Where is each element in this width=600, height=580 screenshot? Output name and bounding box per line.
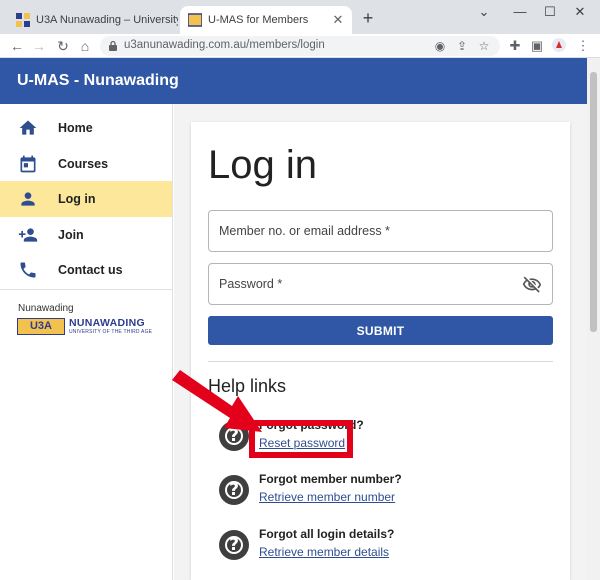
profile-avatar-icon[interactable] (550, 37, 568, 55)
help-question-icon: ? (219, 475, 249, 505)
reload-icon[interactable]: ↻ (54, 37, 72, 55)
scrollbar-thumb[interactable] (590, 72, 597, 332)
retrieve-member-details-link[interactable]: Retrieve member details (259, 545, 389, 559)
bookmark-star-icon[interactable]: ☆ (476, 38, 492, 54)
site-title[interactable]: U-MAS - Nunawading (17, 72, 179, 90)
sidebar-item-label: Log in (58, 192, 96, 206)
u3a-logo-box: U3A (17, 318, 65, 335)
help-item-login-details: ? Forgot all login details? Retrieve mem… (219, 527, 549, 567)
person-icon (21, 192, 35, 206)
u3a-logo-tagline: UNIVERSITY OF THE THIRD AGE (69, 329, 153, 335)
u3a-logo-name: NUNAWADING (69, 317, 145, 329)
minimize-icon[interactable]: — (506, 4, 534, 20)
address-bar[interactable]: u3anunawading.com.au/members/login ◉ ⇪ ☆ (100, 36, 500, 56)
sidebar-item-login[interactable]: Log in (0, 181, 172, 217)
highlight-box (249, 420, 353, 458)
side-panel-icon[interactable]: ▣ (528, 37, 546, 55)
help-question-icon: ? (219, 421, 249, 451)
home-browser-icon[interactable]: ⌂ (76, 37, 94, 55)
browser-tab-strip: U3A Nunawading – University of U-MAS for… (0, 0, 600, 34)
sidebar-item-contact[interactable]: Contact us (0, 252, 172, 288)
phone-icon (20, 262, 36, 278)
password-field[interactable]: Password * (208, 263, 553, 305)
u3a-favicon-icon (16, 13, 30, 27)
help-question: Forgot all login details? (259, 527, 395, 541)
browser-tab-title: U3A Nunawading – University of (36, 14, 178, 26)
help-question-icon: ? (219, 530, 249, 560)
tab-search-icon[interactable]: ⌄ (470, 4, 498, 20)
site-header: U-MAS - Nunawading (0, 58, 587, 104)
browser-tab-title: U-MAS for Members (208, 14, 309, 26)
close-window-icon[interactable]: ✕ (566, 4, 594, 20)
sidebar-item-home[interactable]: Home (0, 110, 172, 146)
submit-button[interactable]: SUBMIT (208, 316, 553, 345)
sidebar-item-label: Contact us (58, 263, 123, 277)
u3a-logo-text: NUNAWADING UNIVERSITY OF THE THIRD AGE (69, 317, 153, 336)
u3a-nunawading-logo[interactable]: U3A NUNAWADING UNIVERSITY OF THE THIRD A… (17, 318, 152, 335)
browser-menu-icon[interactable]: ⋮ (574, 37, 592, 55)
browser-tab-u3a[interactable]: U3A Nunawading – University of (8, 6, 178, 34)
new-tab-button[interactable]: + (358, 9, 378, 27)
member-number-field[interactable]: Member no. or email address * (208, 210, 553, 252)
page-scrollbar[interactable] (587, 58, 600, 580)
browser-tab-umas[interactable]: U-MAS for Members ✕ (180, 6, 352, 34)
section-divider (208, 361, 553, 362)
sidebar: Home Courses Log in Join Contact us Nuna… (0, 104, 173, 580)
retrieve-member-number-link[interactable]: Retrieve member number (259, 490, 395, 504)
help-question: Forgot member number? (259, 472, 402, 486)
sidebar-divider (0, 289, 172, 290)
member-number-input[interactable] (209, 211, 552, 251)
visibility-off-icon[interactable] (522, 275, 542, 295)
home-icon (19, 120, 37, 135)
share-icon[interactable]: ⇪ (454, 38, 470, 54)
sidebar-item-courses[interactable]: Courses (0, 146, 172, 182)
eye-icon[interactable]: ◉ (432, 38, 448, 54)
person-add-icon (18, 228, 38, 242)
page-title: Log in (208, 143, 317, 187)
sidebar-item-label: Join (58, 228, 84, 242)
help-item-member-number: ? Forgot member number? Retrieve member … (219, 472, 549, 512)
forward-arrow-icon[interactable]: → (30, 37, 48, 55)
org-name: Nunawading (18, 303, 74, 314)
password-input[interactable] (209, 264, 552, 304)
url-text: u3anunawading.com.au/members/login (124, 39, 325, 51)
sidebar-item-join[interactable]: Join (0, 217, 172, 253)
extensions-icon[interactable]: ✚ (506, 37, 524, 55)
back-arrow-icon[interactable]: ← (8, 37, 26, 55)
maximize-icon[interactable]: ☐ (536, 4, 564, 20)
browser-toolbar: ← → ↻ ⌂ u3anunawading.com.au/members/log… (0, 34, 600, 58)
sidebar-item-label: Home (58, 121, 93, 135)
close-tab-icon[interactable]: ✕ (330, 12, 346, 28)
help-links-title: Help links (208, 376, 287, 396)
lock-icon (109, 40, 117, 51)
sidebar-item-label: Courses (58, 157, 109, 171)
u3a-favicon-icon (188, 13, 202, 27)
calendar-icon (20, 155, 36, 173)
